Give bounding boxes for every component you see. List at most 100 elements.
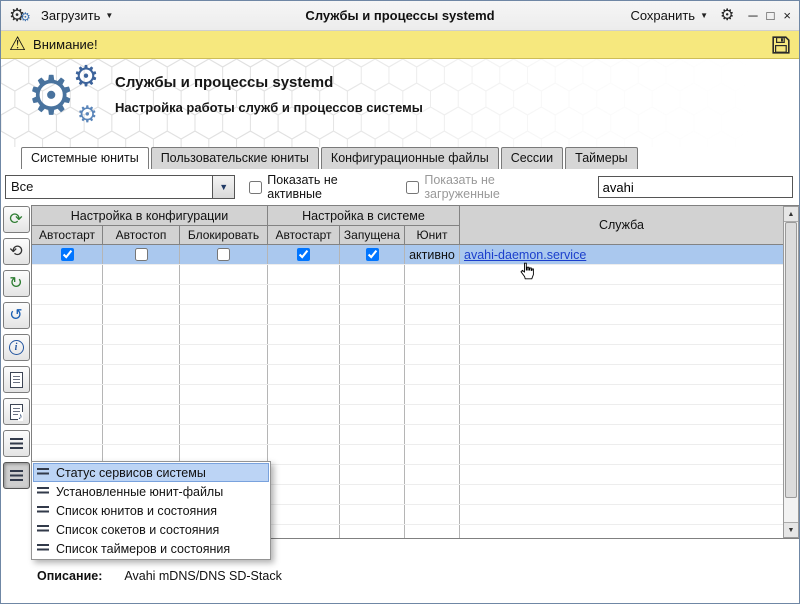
warning-text: Внимание! [33, 37, 98, 52]
document-icon [10, 372, 23, 388]
tab-config-files[interactable]: Конфигурационные файлы [321, 147, 499, 169]
save-button[interactable]: Сохранить ▼ [630, 8, 708, 23]
list-icon [10, 438, 23, 449]
col-header-service: Служба [460, 206, 783, 245]
group-header-config: Настройка в конфигурации [32, 206, 268, 226]
header-banner: ⚙ ⚙ ⚙ Службы и процессы systemd Настройк… [1, 59, 799, 147]
table-header: Настройка в конфигурации Настройка в сис… [32, 206, 783, 245]
menu-item-timers-list[interactable]: Список таймеров и состояния [33, 539, 269, 558]
col-header-autostart-config: Автостарт [32, 226, 103, 245]
show-unloaded-checkbox[interactable]: Показать не загруженные [406, 173, 569, 201]
col-header-unit: Юнит [405, 226, 460, 245]
table-row[interactable] [32, 425, 783, 445]
tab-user-units[interactable]: Пользовательские юниты [151, 147, 319, 169]
col-header-autostop: Автостоп [103, 226, 180, 245]
undo-button[interactable]: ↺ [3, 302, 30, 329]
banner-title: Службы и процессы systemd [115, 74, 423, 91]
tab-sessions[interactable]: Сессии [501, 147, 563, 169]
menu-list-icon [37, 468, 49, 477]
refresh-icon: ⟳ [9, 212, 22, 228]
chevron-down-icon: ▼ [219, 182, 228, 192]
journal-button[interactable] [3, 366, 30, 393]
settings-gear-icon[interactable]: ⚙ [720, 8, 734, 24]
cursor-hand-icon [520, 262, 534, 283]
window-controls: ─ □ × [748, 9, 791, 23]
chevron-down-icon: ▼ [105, 11, 113, 20]
scroll-down-button[interactable]: ▼ [784, 522, 798, 537]
load-button-label: Загрузить [41, 8, 100, 23]
log-file-button[interactable]: ♪ [3, 398, 30, 425]
service-link[interactable]: avahi-daemon.service [464, 248, 586, 262]
titlebar: ⚙ ⚙ Загрузить ▼ Службы и процессы system… [1, 1, 799, 31]
tab-system-units[interactable]: Системные юниты [21, 147, 149, 169]
tab-bar: Системные юниты Пользовательские юниты К… [1, 147, 799, 169]
close-button[interactable]: × [783, 9, 791, 23]
show-inactive-input[interactable] [249, 181, 262, 194]
block-checkbox[interactable] [217, 248, 230, 261]
maximize-button[interactable]: □ [767, 9, 775, 23]
scroll-thumb[interactable] [785, 222, 797, 498]
minimize-button[interactable]: ─ [748, 9, 757, 23]
menu-item-service-status[interactable]: Статус сервисов системы [33, 463, 269, 482]
document-note-icon: ♪ [10, 404, 23, 420]
menu-list-icon [37, 525, 49, 534]
vertical-scrollbar[interactable]: ▲ ▼ [783, 206, 799, 538]
col-header-autostart-system: Автостарт [268, 226, 340, 245]
restart-button[interactable]: ↻ [3, 270, 30, 297]
show-inactive-label: Показать не активные [267, 173, 392, 201]
description-label: Описание: [37, 569, 102, 583]
refresh-button[interactable]: ⟳ [3, 206, 30, 233]
col-header-block: Блокировать [180, 226, 268, 245]
table-row[interactable] [32, 325, 783, 345]
info-icon: i [9, 340, 24, 355]
list-icon [10, 470, 23, 481]
combobox-value: Все [6, 176, 212, 198]
menu-item-installed-unit-files[interactable]: Установленные юнит-файлы [33, 482, 269, 501]
scroll-up-button[interactable]: ▲ [784, 207, 798, 222]
window-title: Службы и процессы systemd [305, 8, 494, 23]
show-unloaded-label: Показать не загруженные [424, 173, 569, 201]
autostart-system-checkbox[interactable] [297, 248, 310, 261]
table-row[interactable] [32, 365, 783, 385]
description-value: Avahi mDNS/DNS SD-Stack [124, 569, 281, 583]
filter-bar: Все ▼ Показать не активные Показать не з… [1, 169, 799, 205]
chevron-down-icon: ▼ [700, 11, 708, 20]
show-inactive-checkbox[interactable]: Показать не активные [249, 173, 392, 201]
warning-icon: ⚠ [9, 35, 26, 54]
menu-list-icon [37, 506, 49, 515]
rollback-button[interactable]: ⟲ [3, 238, 30, 265]
list-button[interactable] [3, 430, 30, 457]
rollback-icon: ⟲ [9, 244, 22, 260]
warning-banner: ⚠ Внимание! [1, 31, 799, 59]
menu-list-icon [37, 487, 49, 496]
menu-item-sockets-list[interactable]: Список сокетов и состояния [33, 520, 269, 539]
status-menu-button[interactable] [3, 462, 30, 489]
app-logo-gears: ⚙ ⚙ ⚙ [27, 67, 111, 139]
info-button[interactable]: i [3, 334, 30, 361]
menu-item-units-list[interactable]: Список юнитов и состояния [33, 501, 269, 520]
col-header-running: Запущена [340, 226, 405, 245]
group-header-system: Настройка в системе [268, 206, 460, 226]
save-file-icon[interactable] [771, 35, 791, 55]
banner-text: Службы и процессы systemd Настройка рабо… [115, 74, 423, 115]
table-row[interactable] [32, 305, 783, 325]
running-checkbox[interactable] [366, 248, 379, 261]
autostop-checkbox[interactable] [135, 248, 148, 261]
app-window: ⚙ ⚙ Загрузить ▼ Службы и процессы system… [0, 0, 800, 604]
autostart-config-checkbox[interactable] [61, 248, 74, 261]
table-row[interactable] [32, 385, 783, 405]
search-input[interactable] [598, 176, 793, 198]
table-row[interactable] [32, 405, 783, 425]
tab-timers[interactable]: Таймеры [565, 147, 638, 169]
table-row[interactable] [32, 285, 783, 305]
table-row[interactable] [32, 265, 783, 285]
service-row[interactable]: активно avahi-daemon.service [32, 245, 783, 265]
restart-icon: ↻ [9, 276, 22, 292]
app-gears-icon: ⚙ ⚙ [9, 5, 33, 27]
combobox-arrow-button[interactable]: ▼ [212, 176, 234, 198]
table-row[interactable] [32, 345, 783, 365]
show-unloaded-input[interactable] [406, 181, 419, 194]
filter-combobox[interactable]: Все ▼ [5, 175, 235, 199]
scroll-track[interactable] [784, 222, 798, 522]
load-button[interactable]: Загрузить ▼ [41, 8, 113, 23]
